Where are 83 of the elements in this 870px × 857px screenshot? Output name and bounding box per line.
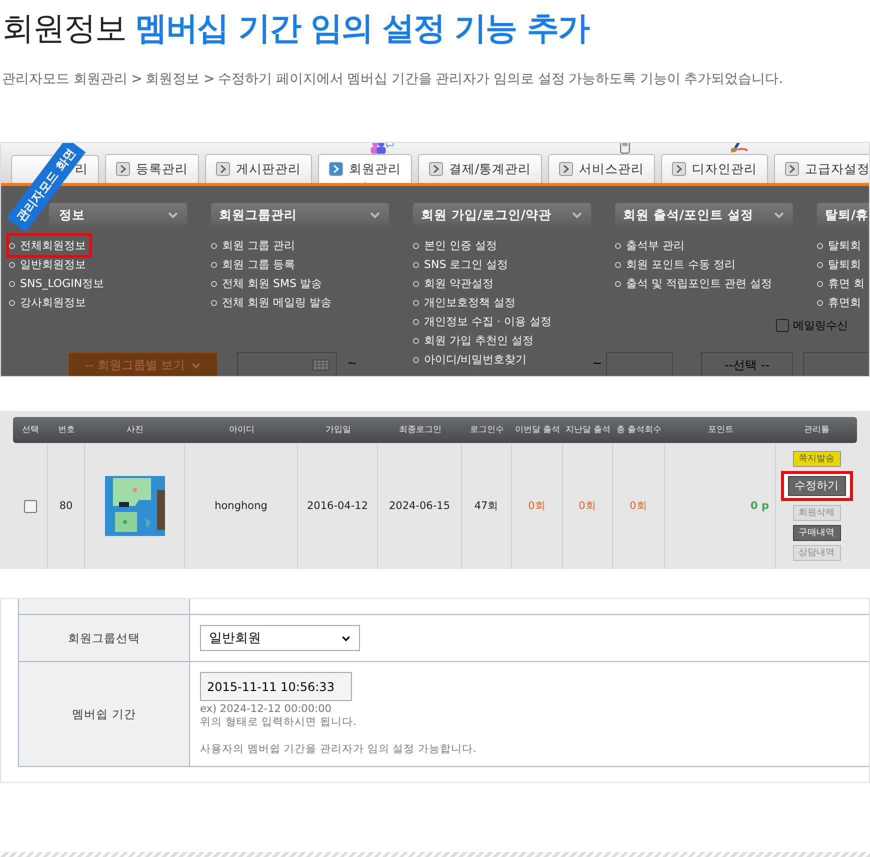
menu-item[interactable]: 강사회원정보 [9,293,89,312]
menu-item[interactable]: 회원 그룹 관리 [211,236,298,255]
menu-item[interactable]: 회원 가입 추천인 설정 [413,331,536,350]
group-select[interactable]: 일반회원 [200,625,360,651]
menu-tab[interactable]: 고급자설정 [774,154,869,183]
menu-item[interactable]: 휴면회 [817,293,864,312]
menu-item[interactable]: 아이디/비밀번호찾기 [413,350,530,369]
range-separator: ~ [592,356,602,370]
menu-item[interactable]: 출석부 관리 [615,236,688,255]
menu-item[interactable]: 일반회원정보 [9,255,89,274]
menu-item[interactable]: SNS 로그인 설정 [413,255,512,274]
menu-header[interactable]: 탈퇴/휴 [817,203,869,227]
menu-item[interactable]: 휴면 회 [817,274,868,293]
table-cell: 0회 [528,499,546,513]
menu-tab[interactable]: 서비스관리 [548,154,656,183]
column-header: 가입일 [324,424,352,437]
menu-tab[interactable]: 게시판관리 [205,154,312,183]
menu-item[interactable]: 개인정보 수집 · 이용 설정 [413,312,554,331]
column-header: 선택 [21,424,40,437]
form-label: 회원그룹선택 [19,615,190,661]
menu-item[interactable]: 전체회원정보 [9,236,89,255]
chevron-icon [191,362,202,368]
menu-item[interactable]: 회원 약관설정 [413,274,496,293]
menu-item[interactable]: SNS_LOGIN정보 [9,274,108,293]
note-text: 사용자의 멤버쉽 기간을 관리자가 임의 설정 가능합니다. [200,742,478,756]
action-button[interactable]: 수정하기 [788,476,846,496]
action-button[interactable]: 구매내역 [792,525,840,541]
hint-text: ex) 2024-12-12 00:00:00 [200,703,332,716]
calendar-icon [312,359,330,371]
table-cell: honghong [214,500,268,512]
table-cell: 0 p [750,500,769,512]
column-header: 최종로그인 [398,424,442,437]
menu-tab[interactable]: 등록관리 [105,154,199,183]
action-button[interactable]: 쪽지발송 [792,451,840,467]
date-field[interactable] [237,352,337,376]
chevron-icon [571,211,583,219]
menu-header[interactable]: 정보 [49,203,187,227]
column-header: 포인트 [706,424,734,437]
range-separator: ~ [347,356,358,370]
form-label: 멤버쉽 기간 [19,662,190,766]
chevron-icon [369,211,381,219]
menu-item[interactable]: 본인 인증 설정 [413,236,500,255]
menu-item[interactable]: 개인보호정책 설정 [413,293,518,312]
checkbox[interactable] [776,319,789,332]
column-header: 로그인수 [469,424,505,437]
chevron-icon [167,211,179,219]
row-checkbox[interactable] [24,500,36,512]
menu-item[interactable]: 출석 및 적립포인트 관련 설정 [615,274,775,293]
date-field[interactable] [606,352,673,376]
menu-item[interactable]: 회원 그룹 등록 [211,255,298,274]
column-header: 관리툴 [802,424,830,437]
table-cell: 80 [59,500,73,512]
menu-header[interactable]: 회원 가입/로그인/약관 [413,203,591,227]
text-field[interactable] [803,352,869,376]
hint-text: 위의 형태로 입력하시면 됩니다. [200,716,358,729]
menu-tab[interactable]: 회원관리 [318,154,412,183]
chevron-icon [773,211,785,219]
menu-item[interactable]: 회원 포인트 수동 정리 [615,255,738,274]
chevron-icon [341,634,351,642]
table-cell: 2016-04-12 [306,500,368,512]
checkbox-label: 메일링수신 [793,318,848,333]
article-title: 회원정보 멤버십 기간 임의 설정 기능 추가 [1,8,590,48]
table-cell: 0회 [630,499,648,513]
date-field[interactable]: 2015-11-11 10:56:33 [200,672,352,701]
column-header: 사진 [126,424,144,437]
menu-item[interactable]: 전체 회원 SMS 발송 [211,274,325,293]
table-cell: 47회 [474,499,499,513]
article-description: 관리자모드 회원관리 > 회원정보 > 수정하기 페이지에서 멤버십 기간을 관리자가 임의로 설정 가능하도록 기능이 추가되었습니다. [2,70,784,88]
column-header: 이번달 출석 [514,424,561,437]
menu-item[interactable]: 탈퇴회 [817,255,864,274]
table-cell: 0회 [578,499,596,513]
menu-item[interactable]: 탈퇴회 [817,236,864,255]
menu-item[interactable]: 전체 회원 메일링 발송 [211,293,334,312]
column-header: 번호 [57,424,76,437]
menu-header[interactable]: 회원그룹관리 [211,203,389,227]
column-header: 아이디 [228,424,256,437]
people-icon [370,143,394,154]
menu-tab[interactable]: 결제/통계관리 [418,154,542,183]
column-header: 총 출석회수 [616,424,662,437]
menu-tab[interactable]: 디자인관리 [661,154,768,183]
menu-header[interactable]: 회원 출석/포인트 설정 [615,203,793,227]
column-header: 지난달 출석 [564,424,612,437]
table-cell: 2024-06-15 [388,500,450,512]
